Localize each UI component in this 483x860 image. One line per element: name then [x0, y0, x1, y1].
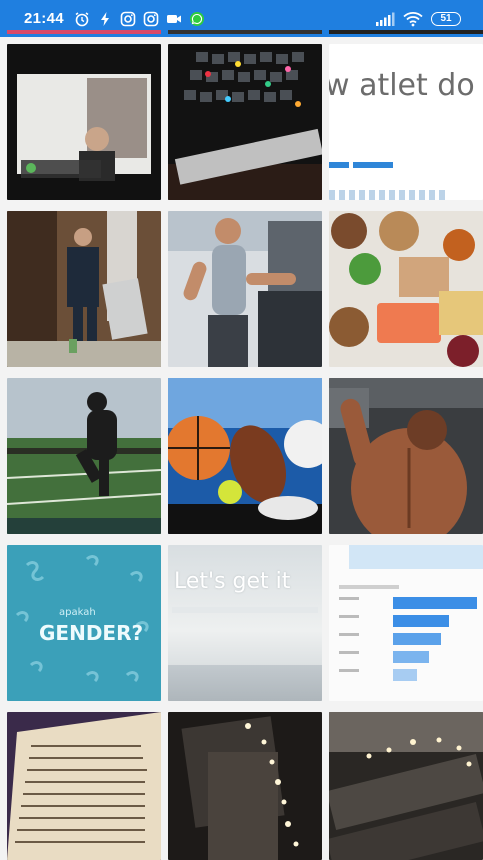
image-tile[interactable] — [7, 378, 161, 534]
image-tile[interactable]: apakah GENDER? — [7, 545, 161, 701]
tile-caption: w atlet do s — [329, 68, 483, 103]
instagram-icon — [120, 11, 136, 27]
image-tile[interactable] — [168, 211, 322, 367]
tile-caption-small: apakah — [59, 607, 96, 618]
fairy-lights-image — [329, 712, 483, 860]
tile-decoration — [329, 190, 449, 200]
healthy-food-image — [329, 211, 483, 367]
image-tile[interactable] — [329, 712, 483, 860]
image-tile[interactable]: Let's get it — [168, 545, 322, 701]
man-indoor-image — [7, 211, 161, 367]
image-tile[interactable] — [168, 712, 322, 860]
clock: 21:44 — [24, 10, 64, 27]
image-tile[interactable] — [168, 378, 322, 534]
tv-screen-image — [7, 44, 161, 200]
flash-icon — [97, 11, 113, 27]
sports-balls-image — [168, 378, 322, 534]
image-tile[interactable] — [329, 378, 483, 534]
image-tile[interactable] — [329, 545, 483, 701]
open-book-image — [7, 712, 161, 860]
bar-chart-image — [339, 545, 483, 681]
partial-image-tile[interactable] — [7, 30, 161, 34]
video-call-icon — [166, 11, 182, 27]
image-tile[interactable]: w atlet do s — [329, 44, 483, 200]
partial-image-tile[interactable] — [329, 30, 483, 34]
muscular-back-image — [329, 378, 483, 534]
wifi-icon — [403, 11, 423, 27]
image-tile[interactable] — [168, 44, 322, 200]
image-tile[interactable] — [7, 712, 161, 860]
tile-caption: Let's get it — [174, 569, 291, 594]
image-tile[interactable] — [7, 44, 161, 200]
signal-icon — [375, 11, 395, 27]
tile-decoration — [172, 607, 318, 613]
tile-decoration — [353, 162, 393, 168]
fairy-lights-image — [168, 712, 322, 860]
clouds-decoration — [168, 665, 322, 701]
whatsapp-icon — [189, 11, 205, 27]
image-tile[interactable] — [7, 211, 161, 367]
image-tile[interactable] — [329, 211, 483, 367]
partial-image-tile[interactable] — [168, 30, 322, 34]
instagram-icon — [143, 11, 159, 27]
keyboard-image — [168, 44, 322, 200]
battery-icon: 51 — [431, 11, 461, 26]
alarm-icon — [74, 11, 90, 27]
tile-caption: GENDER? — [39, 621, 144, 645]
tile-decoration — [329, 162, 349, 168]
treadmill-runner-image — [168, 211, 322, 367]
football-field-image — [7, 378, 161, 534]
